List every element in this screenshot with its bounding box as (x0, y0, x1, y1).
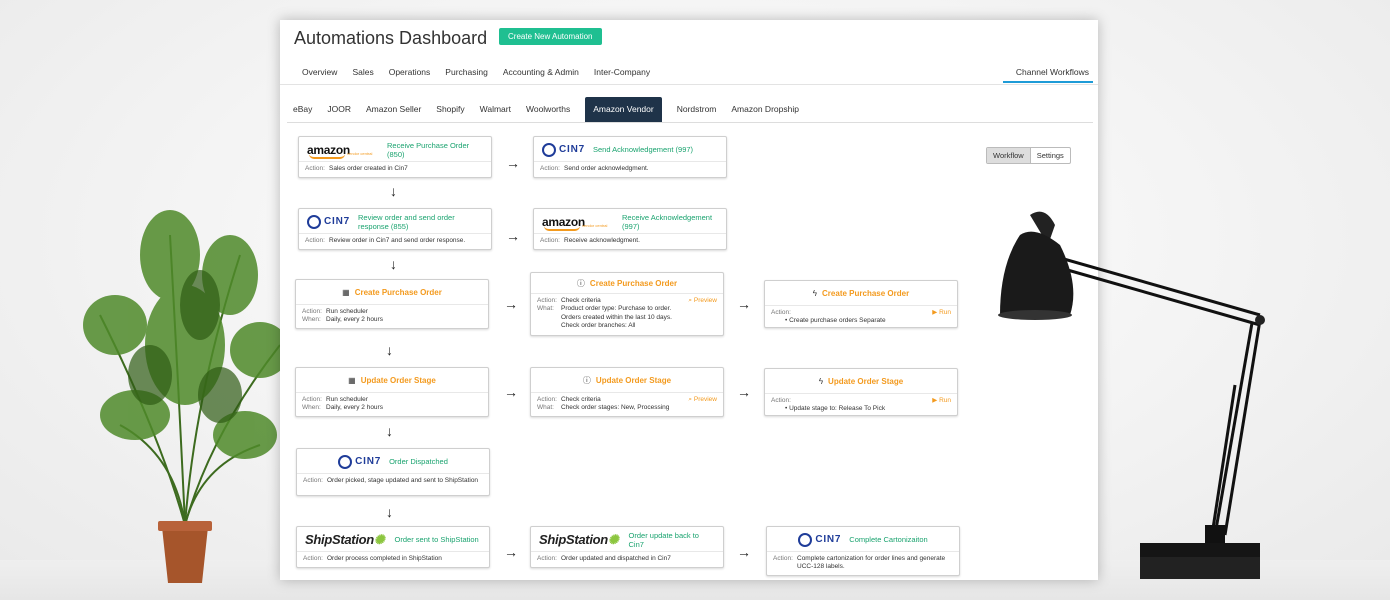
tab-shopify[interactable]: Shopify (436, 104, 464, 114)
calendar-icon: ▦ (342, 288, 350, 297)
settings-toggle[interactable]: Settings (1031, 148, 1070, 163)
amazon-logo: amazon vendor central (542, 214, 608, 231)
tab-amazon-seller[interactable]: Amazon Seller (366, 104, 421, 114)
cin7-logo: CIN7 (798, 532, 841, 547)
card-title: Order sent to ShipStation (394, 535, 479, 544)
nav-channel-workflows[interactable]: Channel Workflows (1016, 67, 1089, 77)
arrow-right-icon: → (737, 296, 751, 312)
play-icon: ▶ (932, 309, 938, 316)
tab-walmart[interactable]: Walmart (480, 104, 511, 114)
tab-nordstrom[interactable]: Nordstrom (677, 104, 717, 114)
card-title: Order update back to Cin7 (628, 530, 699, 549)
view-toggle: Workflow Settings (986, 147, 1071, 164)
tab-woolworths[interactable]: Woolworths (526, 104, 570, 114)
search-icon: ⌕ (688, 396, 693, 403)
run-link[interactable]: ▶ Run (932, 397, 951, 405)
create-automation-button[interactable]: Create New Automation (499, 28, 602, 45)
page-title: Automations Dashboard (294, 28, 488, 48)
question-icon: ⓘ (576, 279, 585, 288)
header: Automations Dashboard Create New Automat… (280, 20, 1098, 106)
nav-accounting-admin[interactable]: Accounting & Admin (503, 67, 579, 77)
card-create-po-action[interactable]: ϟ Create Purchase Order Action: ▶ Run • Cr… (764, 280, 958, 328)
shipstation-logo: ShipStation✺ (305, 531, 385, 547)
arrow-right-icon: → (737, 544, 751, 560)
card-title: Receive Purchase Order (850) (387, 140, 470, 159)
card-order-dispatched[interactable]: CIN7 Order Dispatched Action: Order picke… (296, 448, 490, 496)
card-create-po-criteria[interactable]: ⓘ Create Purchase Order Action: Check crit… (530, 272, 724, 336)
arrow-right-icon: → (504, 296, 518, 312)
cin7-logo: CIN7 (307, 214, 350, 229)
question-icon: ⓘ (582, 376, 591, 385)
nav-inter-company[interactable]: Inter-Company (594, 67, 650, 77)
card-order-sent-shipstation[interactable]: ShipStation✺ Order sent to ShipStation A… (296, 526, 490, 568)
amazon-logo: amazon vendor central (307, 142, 373, 159)
card-update-stage-criteria[interactable]: ⓘ Update Order Stage Action: Check criteri… (530, 367, 724, 417)
nav-overview[interactable]: Overview (302, 67, 337, 77)
calendar-icon: ▦ (348, 376, 356, 385)
main-nav: Overview Sales Operations Purchasing Acc… (302, 67, 665, 77)
card-send-ack[interactable]: CIN7 Send Acknowledgement (997) Action: S… (533, 136, 727, 178)
play-icon: ▶ (932, 397, 938, 404)
channel-tabs: eBay JOOR Amazon Seller Shopify Walmart … (287, 96, 1093, 123)
card-update-stage-scheduler[interactable]: ▦ Update Order Stage Action: Run scheduler… (295, 367, 489, 417)
nav-purchasing[interactable]: Purchasing (445, 67, 488, 77)
arrow-down-icon: ↓ (386, 423, 393, 439)
card-title: Order Dispatched (389, 457, 448, 466)
preview-link[interactable]: ⌕ Preview (688, 297, 717, 305)
arrow-right-icon: → (737, 384, 751, 400)
search-icon: ⌕ (688, 297, 693, 304)
tab-amazon-vendor[interactable]: Amazon Vendor (585, 96, 662, 122)
card-order-update-cin7[interactable]: ShipStation✺ Order update back to Cin7 A… (530, 526, 724, 568)
nav-sales[interactable]: Sales (352, 67, 373, 77)
workflow-toggle[interactable]: Workflow (987, 148, 1031, 163)
tab-ebay[interactable]: eBay (293, 104, 312, 114)
cin7-logo: CIN7 (338, 454, 381, 469)
dashboard-window: Automations Dashboard Create New Automat… (280, 20, 1098, 580)
header-divider (280, 84, 1098, 85)
desk-lamp-decoration (998, 211, 1265, 579)
arrow-down-icon: ↓ (390, 256, 397, 272)
card-create-po-scheduler[interactable]: ▦ Create Purchase Order Action: Run schedu… (295, 279, 489, 329)
card-review-order[interactable]: CIN7 Review order and send order respons… (298, 208, 492, 250)
cin7-logo: CIN7 (542, 142, 585, 157)
tab-amazon-dropship[interactable]: Amazon Dropship (731, 104, 799, 114)
card-title: Complete Cartonizaiton (849, 535, 928, 544)
card-update-stage-action[interactable]: ϟ Update Order Stage Action: ▶ Run • Updat… (764, 368, 958, 416)
shipstation-logo: ShipStation✺ (539, 531, 619, 547)
nav-active-underline (1003, 81, 1093, 83)
arrow-down-icon: ↓ (390, 183, 397, 199)
preview-link[interactable]: ⌕ Preview (688, 396, 717, 404)
card-receive-po[interactable]: amazon vendor central Receive Purchase O… (298, 136, 492, 178)
arrow-down-icon: ↓ (386, 504, 393, 520)
card-receive-ack[interactable]: amazon vendor central Receive Acknowledge… (533, 208, 727, 250)
card-title: Receive Acknowledgement (997) (622, 212, 713, 231)
nav-operations[interactable]: Operations (389, 67, 431, 77)
arrow-right-icon: → (506, 228, 520, 244)
arrow-right-icon: → (504, 544, 518, 560)
arrow-right-icon: → (504, 384, 518, 400)
card-complete-cartonization[interactable]: CIN7 Complete Cartonizaiton Action: Compl… (766, 526, 960, 576)
tab-joor[interactable]: JOOR (327, 104, 351, 114)
run-link[interactable]: ▶ Run (932, 309, 951, 317)
plant-decoration (83, 210, 290, 583)
lightning-icon: ϟ (812, 289, 818, 298)
arrow-right-icon: → (506, 155, 520, 171)
card-title: Send Acknowledgement (997) (592, 145, 694, 154)
lightning-icon: ϟ (818, 377, 824, 386)
arrow-down-icon: ↓ (386, 342, 393, 358)
card-title: Review order and send order response (85… (357, 212, 455, 231)
